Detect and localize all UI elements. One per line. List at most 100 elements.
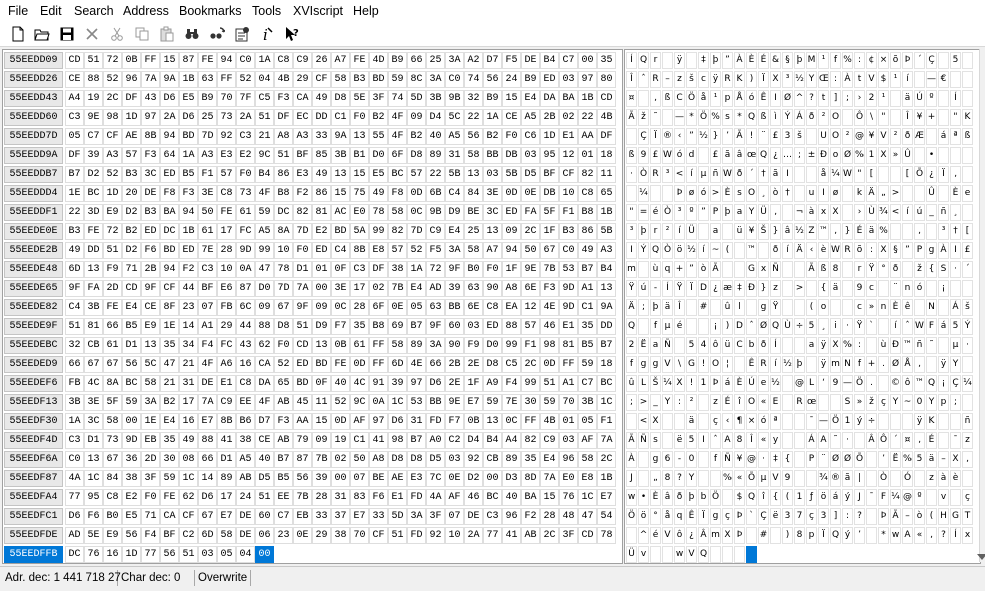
text-char-cell[interactable]: ö — [638, 508, 649, 525]
hex-byte-cell[interactable]: 84 — [464, 185, 483, 202]
text-char-cell[interactable]: Ò — [878, 470, 889, 487]
hex-byte-cell[interactable]: 6F — [388, 147, 407, 164]
paste-button[interactable] — [157, 24, 177, 44]
text-char-cell[interactable] — [962, 71, 973, 88]
text-char-cell[interactable]: ã — [770, 166, 781, 183]
text-char-cell[interactable] — [806, 356, 817, 373]
text-char-cell[interactable]: ( — [722, 242, 733, 259]
text-char-cell[interactable]: œ — [806, 394, 817, 411]
hex-byte-cell[interactable]: 2C — [597, 451, 616, 468]
hex-byte-cell[interactable]: F0 — [293, 242, 312, 259]
text-char-cell[interactable]: ç — [722, 508, 733, 525]
hex-byte-cell[interactable]: B7 — [407, 318, 426, 335]
hex-byte-cell[interactable]: 1C — [179, 470, 198, 487]
text-char-cell[interactable] — [926, 223, 937, 240]
hex-byte-cell[interactable]: 91 — [369, 375, 388, 392]
text-char-cell[interactable]: Ë — [890, 451, 901, 468]
hex-byte-cell[interactable]: CF — [559, 166, 578, 183]
text-char-cell[interactable]: ˆ — [902, 318, 913, 335]
hex-byte-cell[interactable]: D1 — [122, 337, 141, 354]
hex-byte-cell[interactable]: F5 — [426, 242, 445, 259]
hex-byte-cell[interactable]: 86 — [578, 223, 597, 240]
text-char-cell[interactable] — [914, 299, 925, 316]
text-char-cell[interactable]: ‹ — [722, 413, 733, 430]
text-char-cell[interactable]: † — [782, 185, 793, 202]
text-char-cell[interactable]: ² — [818, 109, 829, 126]
hex-byte-cell[interactable]: 4C — [350, 375, 369, 392]
text-char-cell[interactable]: å — [662, 508, 673, 525]
text-char-cell[interactable]: X — [878, 147, 889, 164]
hex-byte-cell[interactable]: E7 — [597, 489, 616, 506]
menu-address[interactable]: Address — [123, 4, 169, 18]
hex-byte-cell[interactable]: 82 — [521, 432, 540, 449]
text-char-cell[interactable] — [962, 280, 973, 297]
hex-byte-cell[interactable]: 12 — [559, 147, 578, 164]
hex-byte-cell[interactable]: 5F — [103, 394, 122, 411]
hex-byte-cell[interactable]: 52 — [236, 71, 255, 88]
hex-byte-cell[interactable]: B8 — [578, 204, 597, 221]
hex-byte-cell[interactable]: ED — [160, 166, 179, 183]
hex-byte-cell[interactable]: 72 — [426, 261, 445, 278]
hex-byte-cell[interactable]: 9C — [255, 147, 274, 164]
text-char-cell[interactable]: 8 — [830, 261, 841, 278]
hex-byte-cell[interactable]: DD — [597, 318, 616, 335]
text-char-cell[interactable]: Q — [746, 489, 757, 506]
text-char-cell[interactable]: A — [722, 432, 733, 449]
text-char-cell[interactable]: ÷ — [794, 318, 805, 335]
hex-byte-cell[interactable]: B5 — [578, 337, 597, 354]
hex-byte-cell[interactable]: 2C — [521, 356, 540, 373]
text-char-cell[interactable] — [890, 223, 901, 240]
text-char-cell[interactable]: Â — [698, 527, 709, 544]
hex-byte-cell[interactable]: 70 — [217, 90, 236, 107]
text-char-cell[interactable]: A — [818, 432, 829, 449]
text-char-cell[interactable]: ¼ — [890, 489, 901, 506]
hex-byte-cell[interactable]: 14 — [198, 470, 217, 487]
hex-byte-cell[interactable]: EB — [293, 508, 312, 525]
hex-byte-cell[interactable]: 15 — [331, 185, 350, 202]
text-char-cell[interactable]: o — [818, 299, 829, 316]
text-char-cell[interactable]: Ú — [914, 90, 925, 107]
hex-byte-cell[interactable]: 07 — [445, 508, 464, 525]
hex-byte-cell[interactable]: 8C — [407, 71, 426, 88]
text-char-cell[interactable] — [770, 527, 781, 544]
text-char-cell[interactable]: Ÿ — [626, 280, 637, 297]
hex-byte-cell[interactable]: 6D — [65, 261, 84, 278]
text-char-cell[interactable]: — — [926, 71, 937, 88]
hex-byte-cell[interactable]: 51 — [274, 147, 293, 164]
hex-byte-cell[interactable]: 59 — [388, 71, 407, 88]
close-file-button[interactable] — [82, 24, 102, 44]
hex-byte-cell[interactable]: 38 — [331, 527, 350, 544]
text-char-cell[interactable]: Q — [926, 375, 937, 392]
text-char-cell[interactable]: 4 — [698, 337, 709, 354]
text-char-cell[interactable]: [ — [962, 223, 973, 240]
text-char-cell[interactable]: W — [722, 166, 733, 183]
text-char-cell[interactable]: ¥ — [914, 109, 925, 126]
hex-byte-cell[interactable]: FE — [217, 204, 236, 221]
text-char-cell[interactable]: g — [650, 356, 661, 373]
text-char-cell[interactable]: ° — [650, 508, 661, 525]
hex-byte-cell[interactable]: 67 — [540, 242, 559, 259]
hex-byte-cell[interactable]: 7D — [293, 223, 312, 240]
hex-byte-cell[interactable]: 76 — [559, 489, 578, 506]
hex-byte-cell[interactable]: F1 — [198, 166, 217, 183]
hex-byte-cell[interactable]: 02 — [369, 280, 388, 297]
text-char-cell[interactable]: F — [878, 489, 889, 506]
hex-byte-cell[interactable]: C2 — [445, 432, 464, 449]
hex-byte-cell[interactable]: 35 — [350, 318, 369, 335]
text-char-cell[interactable] — [626, 128, 637, 145]
text-char-cell[interactable]: Ã — [710, 261, 721, 278]
hex-byte-cell[interactable]: A8 — [369, 451, 388, 468]
hex-byte-cell[interactable]: ED — [179, 242, 198, 259]
text-char-cell[interactable]: ‚ — [950, 166, 961, 183]
hex-byte-cell[interactable]: 66 — [103, 318, 122, 335]
hex-byte-cell[interactable]: 82 — [578, 166, 597, 183]
hex-byte-cell[interactable]: 10 — [559, 185, 578, 202]
hex-byte-cell[interactable]: 35 — [578, 318, 597, 335]
text-char-cell[interactable]: Y — [890, 394, 901, 411]
text-char-cell[interactable] — [890, 166, 901, 183]
hex-byte-cell[interactable]: 16 — [236, 356, 255, 373]
hex-byte-cell[interactable]: 03 — [559, 71, 578, 88]
text-char-cell[interactable] — [938, 185, 949, 202]
text-char-cell[interactable]: ˜ — [926, 337, 937, 354]
hex-byte-cell[interactable]: 79 — [293, 432, 312, 449]
